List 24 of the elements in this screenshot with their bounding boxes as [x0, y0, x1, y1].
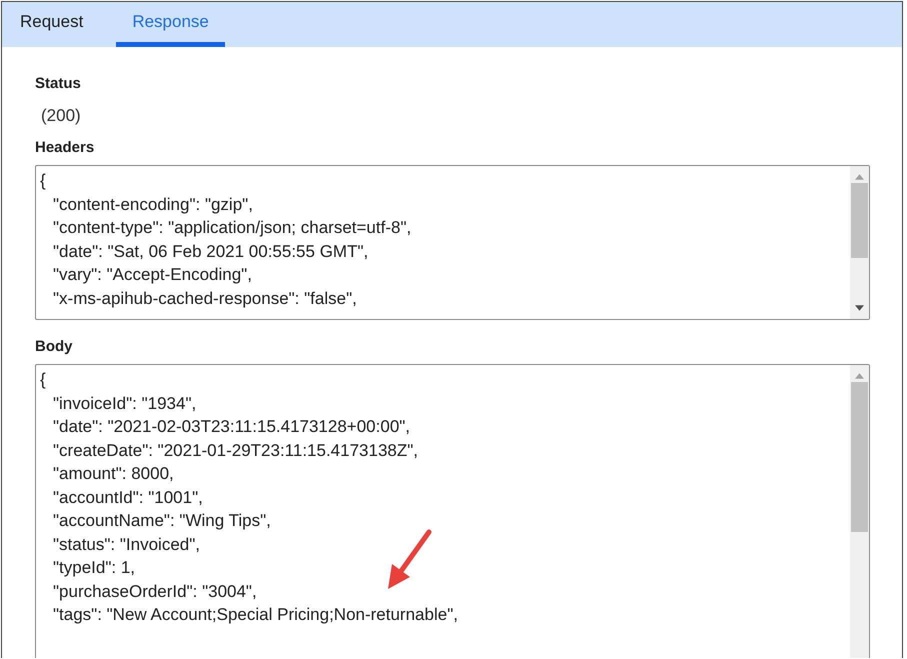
section-heading: Headers	[35, 139, 96, 156]
code-line: "x-ms-apihub-cached-response": "false",	[53, 288, 357, 310]
section-heading: Body	[35, 338, 74, 355]
code-line: "status": "Invoiced",	[53, 534, 200, 556]
code-line: "typeId": 1,	[53, 557, 136, 579]
code-line: "purchaseOrderId": "3004",	[53, 580, 257, 602]
code-line: "createDate": "2021-01-29T23:11:15.4173138Z",	[53, 440, 418, 462]
code-line: "accountName": "Wing Tips",	[53, 510, 271, 532]
code-line: "accountId": "1001",	[53, 486, 203, 508]
code-line: {	[40, 369, 46, 391]
code-line: "invoiceId": "1934",	[53, 392, 196, 414]
code-line: "vary": "Accept-Encoding",	[53, 264, 252, 286]
code-line: "content-type": "application/json; charset=utf-8",	[53, 217, 412, 239]
code-line: {	[40, 170, 46, 192]
code-line: "amount": 8000,	[53, 463, 174, 485]
code-line: "tags": "New Account;Special Pricing;Non-returnable",	[53, 604, 458, 626]
code-line: "date": "Sat, 06 Feb 2021 00:55:55 GMT",	[53, 240, 368, 262]
code-line: "date": "2021-02-03T23:11:15.4173128+00:00",	[53, 416, 410, 438]
status-value: (200)	[41, 106, 82, 126]
tab[interactable]: Request	[4, 2, 100, 47]
code-field[interactable]: { "content-encoding": "gzip", "content-type": "application/json; charset=utf-8", "date": "Sat, 06 Feb 2021 00:55:55 GMT", "vary": "Accept-Encoding", "x-ms-apihub-cached-response": "false",	[35, 165, 870, 320]
tab[interactable]: Response	[116, 2, 225, 47]
section-heading: Status	[35, 75, 82, 92]
code-line: "content-encoding": "gzip",	[53, 194, 253, 216]
